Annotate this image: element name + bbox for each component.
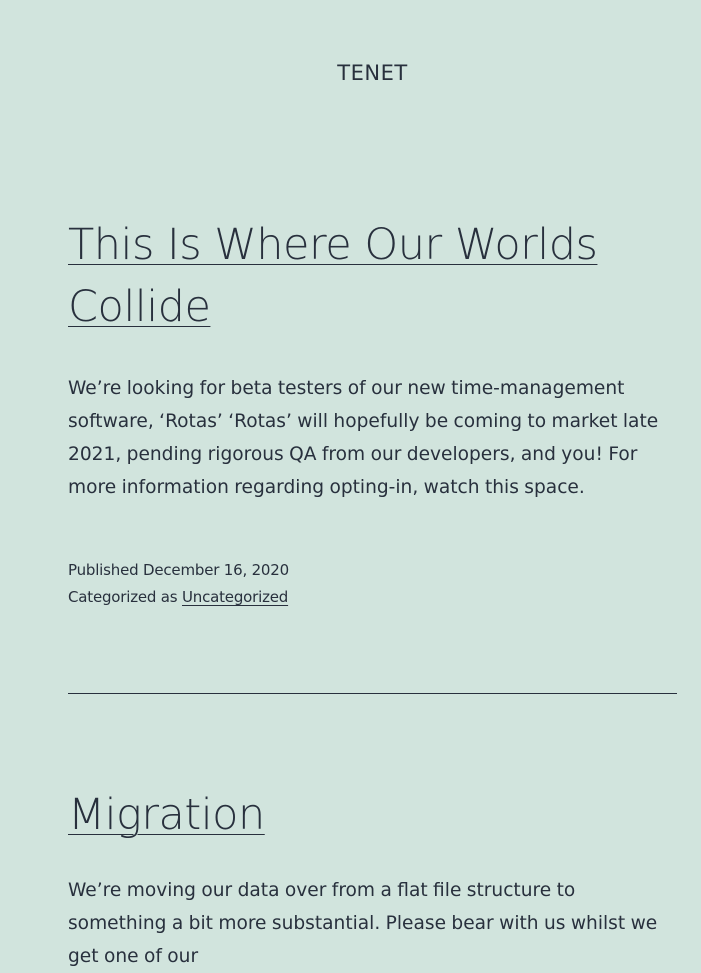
published-line: Published December 16, 2020 [68, 557, 678, 584]
post-title: This Is Where Our Worlds Collide [68, 214, 678, 338]
site-title-link[interactable]: TENET [0, 57, 701, 89]
post-excerpt: We’re looking for beta testers of our ne… [68, 378, 659, 498]
post-title-link[interactable]: This Is Where Our Worlds Collide [68, 220, 598, 332]
categorized-label: Categorized as [68, 588, 178, 606]
post-meta: Published December 16, 2020 Categorized … [68, 557, 678, 611]
category-line: Categorized as Uncategorized [68, 584, 678, 611]
post-title: Migration [68, 784, 678, 846]
published-date: December 16, 2020 [143, 561, 289, 579]
post-title-line-2: Collide [68, 282, 211, 332]
post-separator [68, 693, 677, 694]
post-title-line-1: This Is Where Our Worlds [68, 220, 598, 270]
post-excerpt: We’re moving our data over from a flat f… [68, 880, 658, 967]
post-article: This Is Where Our Worlds Collide We’re lo… [68, 214, 678, 611]
published-label: Published [68, 561, 139, 579]
category-link[interactable]: Uncategorized [182, 588, 288, 606]
post-title-link[interactable]: Migration [68, 790, 265, 840]
